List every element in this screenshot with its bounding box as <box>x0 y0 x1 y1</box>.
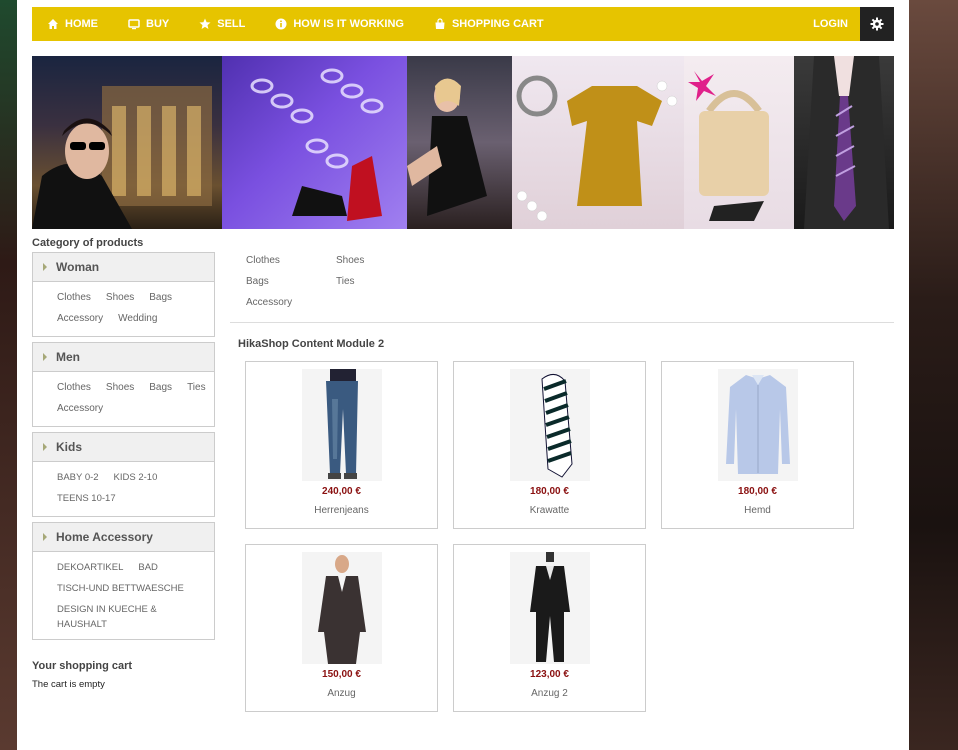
category-men-name: Men <box>56 350 80 364</box>
category-link[interactable]: Shoes <box>106 377 134 398</box>
caret-right-icon <box>43 263 47 271</box>
divider <box>230 322 894 323</box>
product-image-jeans[interactable] <box>302 369 382 481</box>
settings-button[interactable] <box>860 7 894 41</box>
product-name[interactable]: Anzug 2 <box>454 688 645 699</box>
category-link[interactable]: DESIGN IN KUECHE & HAUSHALT <box>57 602 187 632</box>
cart-status: The cart is empty <box>32 679 105 690</box>
category-link[interactable]: KIDS 2-10 <box>114 467 158 488</box>
product-name[interactable]: Herrenjeans <box>246 505 437 516</box>
category-link[interactable]: Bags <box>149 287 172 308</box>
nav-buy[interactable]: BUY <box>113 7 184 41</box>
nav-buy-label: BUY <box>146 18 170 30</box>
nav-sell-label: SELL <box>217 18 246 30</box>
category-link[interactable]: Wedding <box>118 308 157 329</box>
home-icon <box>48 19 58 29</box>
product-price: 123,00 € <box>530 669 569 680</box>
main-link[interactable]: Shoes <box>336 250 426 271</box>
category-woman: Woman Clothes Shoes Bags Accessory Weddi… <box>32 252 215 337</box>
category-link[interactable]: BABY 0-2 <box>57 467 99 488</box>
caret-right-icon <box>43 353 47 361</box>
category-kids-links: BABY 0-2 KIDS 2-10 TEENS 10-17 <box>33 462 214 516</box>
product-price: 180,00 € <box>530 486 569 497</box>
category-kids: Kids BABY 0-2 KIDS 2-10 TEENS 10-17 <box>32 432 215 517</box>
caret-right-icon <box>43 443 47 451</box>
top-navigation-bar: HOME BUY SELL HOW IS IT WORKING SHOPPING… <box>32 7 894 41</box>
info-icon <box>275 18 287 30</box>
banner-woman-sunglasses <box>32 56 222 229</box>
product-card[interactable]: 123,00 € Anzug 2 <box>453 544 646 712</box>
gear-icon <box>870 17 884 31</box>
nav-sell[interactable]: SELL <box>184 7 260 41</box>
nav-shopping-cart-label: SHOPPING CART <box>451 18 544 30</box>
category-men: Men Clothes Shoes Bags Ties Accessory <box>32 342 215 427</box>
category-woman-links: Clothes Shoes Bags Accessory Wedding <box>33 282 214 336</box>
category-link[interactable]: Accessory <box>57 308 103 329</box>
product-card[interactable]: 180,00 € Krawatte <box>453 361 646 529</box>
hero-banner <box>32 56 894 229</box>
nav-home[interactable]: HOME <box>32 7 113 41</box>
nav-home-label: HOME <box>65 18 98 30</box>
main-link[interactable]: Accessory <box>246 292 336 313</box>
nav-how-it-works-label: HOW IS IT WORKING <box>293 18 404 30</box>
product-card[interactable]: 180,00 € Hemd <box>661 361 854 529</box>
category-men-links: Clothes Shoes Bags Ties Accessory <box>33 372 214 426</box>
main-link[interactable]: Ties <box>336 271 426 292</box>
page: HOME BUY SELL HOW IS IT WORKING SHOPPING… <box>17 0 909 750</box>
nav-how-it-works[interactable]: HOW IS IT WORKING <box>260 7 419 41</box>
star-icon <box>199 18 211 29</box>
main-link[interactable]: Bags <box>246 271 336 292</box>
product-image-shirt[interactable] <box>718 369 798 481</box>
product-price: 150,00 € <box>322 669 361 680</box>
shopping-bag-icon <box>435 18 445 29</box>
category-link[interactable]: Clothes <box>57 287 91 308</box>
product-image-suit-2[interactable] <box>510 552 590 664</box>
category-link[interactable]: Clothes <box>57 377 91 398</box>
banner-suit-tie <box>794 56 894 229</box>
category-woman-header[interactable]: Woman <box>33 253 214 282</box>
category-home-accessory-name: Home Accessory <box>56 530 153 544</box>
caret-right-icon <box>43 533 47 541</box>
product-name[interactable]: Krawatte <box>454 505 645 516</box>
category-kids-name: Kids <box>56 440 83 454</box>
category-kids-header[interactable]: Kids <box>33 433 214 462</box>
banner-handbag <box>684 56 794 229</box>
banner-jewelry-shoes <box>222 56 407 229</box>
monitor-icon <box>128 19 140 30</box>
banner-dress-watch <box>512 56 684 229</box>
category-link[interactable]: DEKOARTIKEL <box>57 557 123 578</box>
main-link[interactable]: Clothes <box>246 250 336 271</box>
category-link[interactable]: TEENS 10-17 <box>57 488 116 509</box>
product-image-tie[interactable] <box>510 369 590 481</box>
category-woman-name: Woman <box>56 260 100 274</box>
product-name[interactable]: Hemd <box>662 505 853 516</box>
product-price: 180,00 € <box>738 486 777 497</box>
category-home-accessory-links: DEKOARTIKEL BAD TISCH-UND BETTWAESCHE DE… <box>33 552 214 639</box>
category-home-accessory: Home Accessory DEKOARTIKEL BAD TISCH-UND… <box>32 522 215 640</box>
login-link[interactable]: LOGIN <box>801 7 860 41</box>
category-men-header[interactable]: Men <box>33 343 214 372</box>
category-home-accessory-header[interactable]: Home Accessory <box>33 523 214 552</box>
category-link[interactable]: Bags <box>149 377 172 398</box>
category-link[interactable]: Accessory <box>57 398 103 419</box>
category-link[interactable]: TISCH-UND BETTWAESCHE <box>57 578 184 599</box>
product-card[interactable]: 240,00 € Herrenjeans <box>245 361 438 529</box>
module-title: HikaShop Content Module 2 <box>238 338 385 350</box>
cart-title: Your shopping cart <box>32 660 133 672</box>
category-link[interactable]: Shoes <box>106 287 134 308</box>
product-card[interactable]: 150,00 € Anzug <box>245 544 438 712</box>
product-image-suit[interactable] <box>302 552 382 664</box>
category-title: Category of products <box>32 237 144 249</box>
category-link[interactable]: BAD <box>138 557 158 578</box>
main-category-links: Clothes Shoes Bags Ties Accessory <box>246 250 446 313</box>
category-link[interactable]: Ties <box>187 377 206 398</box>
banner-woman-dress <box>407 56 512 229</box>
nav-shopping-cart[interactable]: SHOPPING CART <box>419 7 559 41</box>
product-price: 240,00 € <box>322 486 361 497</box>
product-name[interactable]: Anzug <box>246 688 437 699</box>
